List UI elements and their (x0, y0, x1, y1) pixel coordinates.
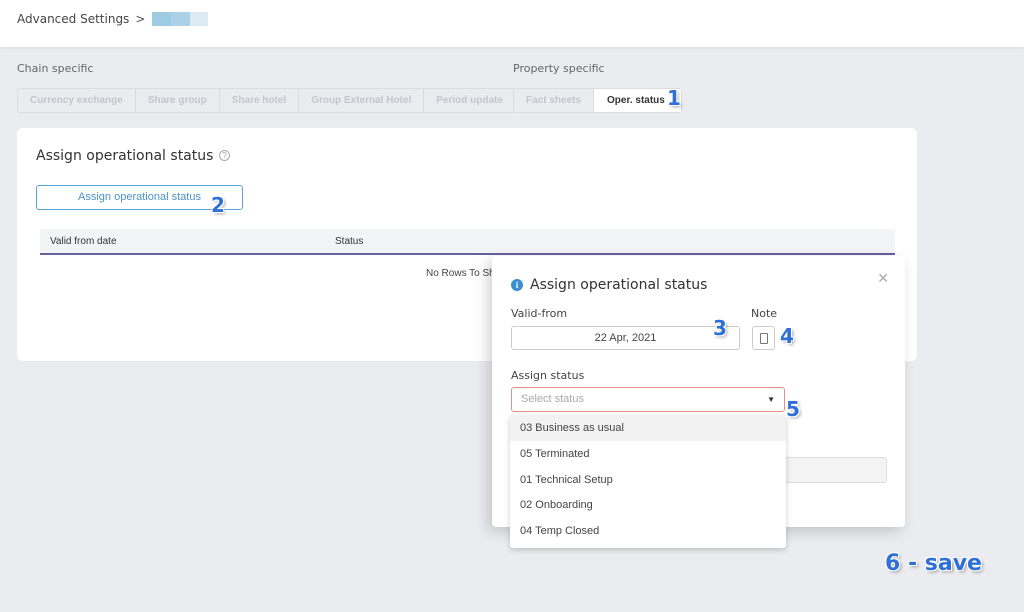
document-icon (760, 333, 768, 344)
status-option[interactable]: 01 Technical Setup (510, 467, 786, 493)
breadcrumb-advanced-settings[interactable]: Advanced Settings (17, 12, 129, 26)
info-circle-icon: i (511, 279, 523, 291)
card-title: Assign operational status (36, 148, 214, 164)
tab-fact-sheets[interactable]: Fact sheets (514, 89, 595, 112)
annotation-step-2: 2 (211, 193, 225, 217)
annotation-step-4: 4 (780, 324, 794, 348)
tab-period-update[interactable]: Period update (424, 89, 515, 112)
valid-from-date-input[interactable]: 22 Apr, 2021 (511, 326, 740, 350)
assign-status-label: Assign status (511, 369, 585, 382)
tab-currency-exchange[interactable]: Currency exchange (18, 89, 136, 112)
annotation-step-1: 1 (667, 86, 681, 110)
annotation-step-3: 3 (713, 316, 727, 340)
caret-down-icon: ▼ (767, 395, 775, 404)
breadcrumb: Advanced Settings > (17, 12, 209, 26)
breadcrumb-separator: > (135, 12, 146, 26)
modal-title: i Assign operational status (511, 277, 707, 293)
status-option[interactable]: 02 Onboarding (510, 492, 786, 518)
note-label: Note (751, 307, 778, 320)
annotation-step-6-save: 6 - save (885, 551, 982, 576)
status-dropdown-list: 03 Business as usual 05 Terminated 01 Te… (510, 415, 786, 548)
annotation-step-5: 5 (786, 397, 800, 421)
chain-specific-label: Chain specific (17, 62, 94, 75)
status-option[interactable]: 05 Terminated (510, 441, 786, 467)
valid-from-label: Valid-from (511, 307, 568, 320)
property-specific-label: Property specific (513, 62, 605, 75)
tab-share-hotel[interactable]: Share hotel (220, 89, 300, 112)
tab-group-external-hotel[interactable]: Group External Hotel (299, 89, 425, 112)
status-select-placeholder: Select status (521, 393, 584, 405)
top-bar: Advanced Settings > (0, 0, 1024, 47)
note-button[interactable] (752, 326, 775, 350)
tab-share-group[interactable]: Share group (136, 89, 220, 112)
column-status[interactable]: Status (335, 236, 363, 247)
chain-specific-tabs: Currency exchange Share group Share hote… (17, 88, 516, 113)
modal-title-text: Assign operational status (530, 277, 708, 293)
disabled-field (773, 457, 887, 483)
property-specific-tabs: Fact sheets Oper. status (513, 88, 682, 113)
question-circle-icon[interactable]: ? (219, 150, 230, 161)
breadcrumb-redacted-property (152, 12, 209, 26)
status-option[interactable]: 04 Temp Closed (510, 518, 786, 544)
grid-header: Valid from date Status (40, 229, 895, 255)
close-icon[interactable]: ✕ (877, 270, 889, 287)
status-option[interactable]: 03 Business as usual (510, 415, 786, 441)
column-valid-from-date[interactable]: Valid from date (50, 236, 117, 247)
status-select[interactable]: Select status ▼ (511, 387, 785, 412)
